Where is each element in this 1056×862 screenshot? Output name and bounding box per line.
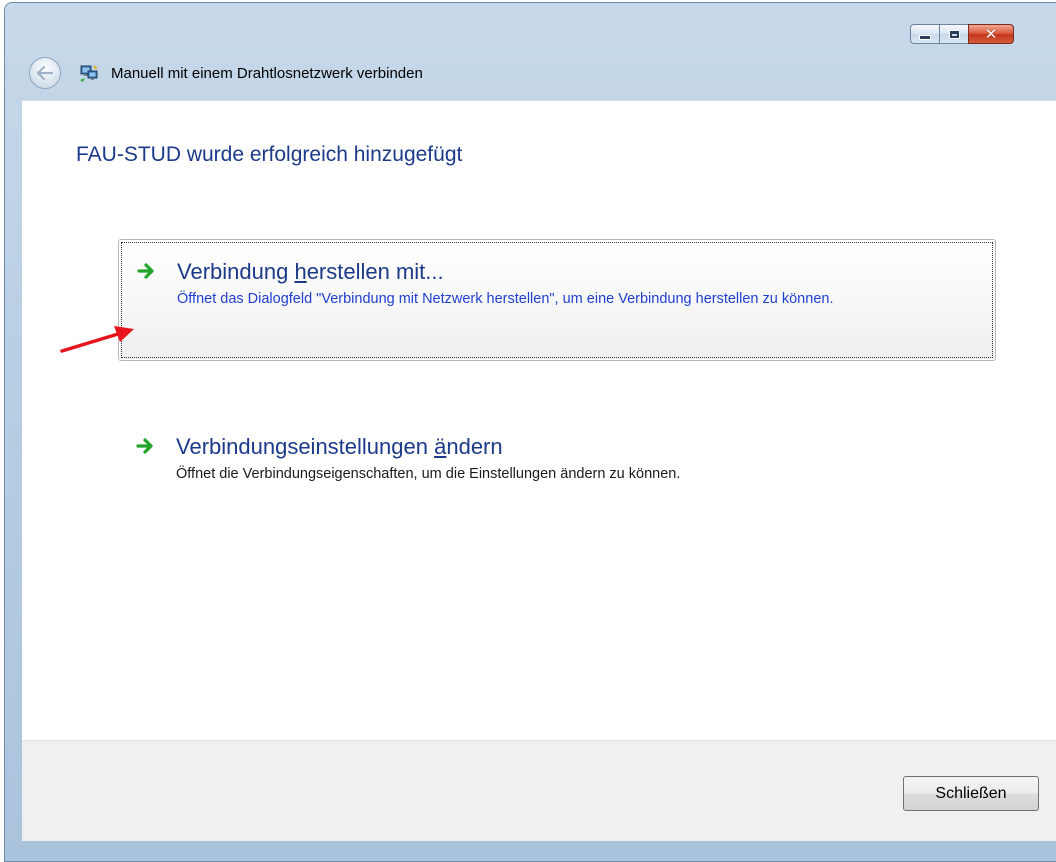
title-text: Verbindungseinstellungen [176, 434, 435, 459]
minimize-icon [919, 34, 931, 40]
connect-to-command-link[interactable]: Verbindung herstellen mit... Öffnet das … [118, 239, 996, 361]
command-link-description: Öffnet das Dialogfeld "Verbindung mit Ne… [177, 291, 834, 307]
maximize-icon [948, 29, 960, 39]
maximize-button[interactable] [939, 24, 969, 44]
page-title: FAU-STUD wurde erfolgreich hinzugefügt [76, 143, 463, 166]
footer-bar: Schließen [22, 740, 1056, 841]
red-arrow-icon [60, 326, 134, 353]
title-text: erstellen mit... [306, 259, 444, 284]
navigation-row: Manuell mit einem Drahtlosnetzwerk verbi… [29, 57, 423, 89]
close-icon: ✕ [984, 24, 998, 43]
change-settings-command-link[interactable]: Verbindungseinstellungen ändern Öffnet d… [118, 415, 996, 505]
access-key: h [294, 259, 307, 284]
access-key: ä [434, 434, 447, 459]
back-button[interactable] [29, 57, 61, 89]
title-bar[interactable]: ✕ Manuell mit einem Drahtlosnetzwerk ver… [5, 3, 1056, 103]
minimize-button[interactable] [910, 24, 940, 44]
caption-buttons: ✕ [910, 24, 1014, 44]
close-window-button[interactable]: ✕ [968, 24, 1014, 44]
network-connect-icon [80, 65, 98, 82]
title-text: ndern [446, 434, 503, 459]
back-arrow-icon [36, 65, 54, 81]
title-text: Verbindung [177, 259, 295, 284]
window-title: Manuell mit einem Drahtlosnetzwerk verbi… [111, 64, 423, 82]
command-link-description: Öffnet die Verbindungseigenschaften, um … [176, 466, 681, 482]
command-link-title: Verbindungseinstellungen ändern [176, 433, 976, 461]
green-arrow-icon [137, 263, 154, 279]
close-button[interactable]: Schließen [903, 776, 1039, 811]
green-arrow-icon [136, 438, 153, 454]
command-link-title: Verbindung herstellen mit... [177, 258, 975, 286]
content-area: FAU-STUD wurde erfolgreich hinzugefügt V… [22, 100, 1056, 741]
